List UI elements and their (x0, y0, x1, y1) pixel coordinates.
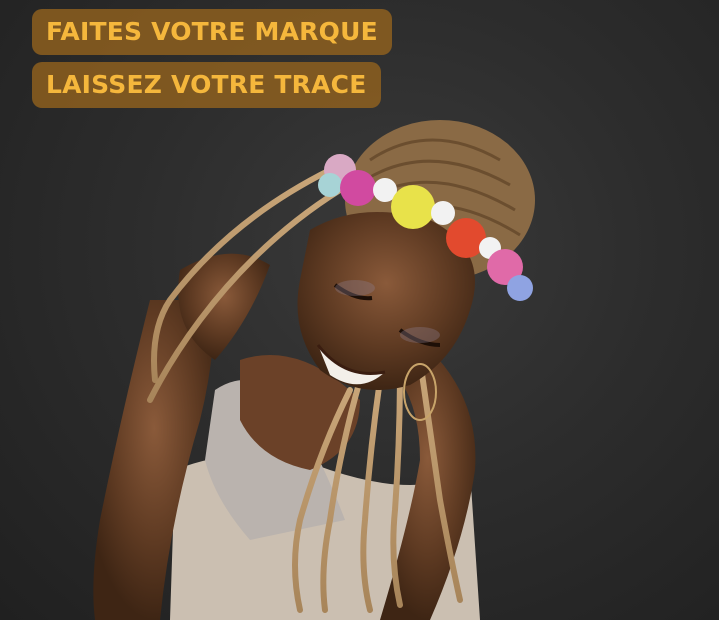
photo-stage: FAITES VOTRE MARQUE LAISSEZ VOTRE TRACE (0, 0, 719, 620)
headline-text: FAITES VOTRE MARQUE (46, 17, 378, 46)
subheadline-text: LAISSEZ VOTRE TRACE (46, 70, 367, 99)
subheadline-banner: LAISSEZ VOTRE TRACE (32, 62, 381, 108)
headline-banner: FAITES VOTRE MARQUE (32, 9, 392, 55)
